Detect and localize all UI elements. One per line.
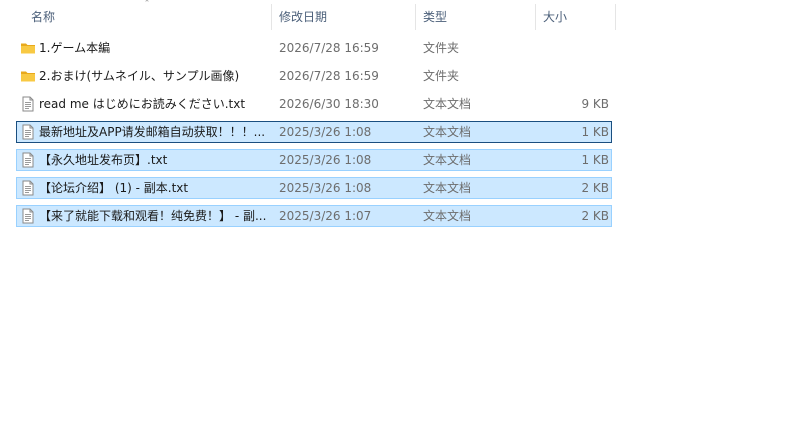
file-modified-date: 2026/7/28 16:59 [279, 69, 379, 83]
text-file-icon [20, 96, 36, 112]
file-size: 1 KB [581, 153, 609, 167]
file-name: 1.ゲーム本編 [39, 41, 111, 55]
file-name: 【来了就能下载和观看！纯免费！】 - 副... [39, 209, 267, 223]
file-type: 文件夹 [423, 69, 460, 83]
column-header-date[interactable]: 修改日期 [272, 0, 416, 34]
file-name: 【论坛介绍】 (1) - 副本.txt [39, 181, 189, 195]
file-modified-date: 2026/7/28 16:59 [279, 41, 379, 55]
text-file-icon [20, 124, 36, 140]
sort-ascending-icon: ˄ [144, 0, 150, 10]
file-row[interactable]: 最新地址及APP请发邮箱自动获取！！！... 2025/3/26 1:08 文本文档… [16, 121, 612, 143]
text-file-icon [20, 180, 36, 196]
file-row[interactable]: 2.おまけ(サムネイル、サンプル画像) 2026/7/28 16:59 文件夹 [16, 65, 612, 87]
file-modified-date: 2025/3/26 1:08 [279, 125, 372, 139]
file-modified-date: 2025/3/26 1:08 [279, 153, 372, 167]
file-modified-date: 2025/3/26 1:08 [279, 181, 372, 195]
file-row[interactable]: 【来了就能下载和观看！纯免费！】 - 副... 2025/3/26 1:07 文本文… [16, 205, 612, 227]
column-header-bar: 名称 ˄ 修改日期 类型 大小 [0, 0, 800, 35]
folder-icon [20, 40, 36, 56]
file-size: 1 KB [581, 125, 609, 139]
file-modified-date: 2026/6/30 18:30 [279, 97, 379, 111]
folder-icon [20, 68, 36, 84]
file-name: 2.おまけ(サムネイル、サンプル画像) [39, 69, 240, 83]
text-file-icon [20, 208, 36, 224]
file-size [537, 66, 609, 86]
file-size [537, 38, 609, 58]
text-file-icon [20, 152, 36, 168]
file-size: 9 KB [581, 97, 609, 111]
column-header-type-label: 类型 [423, 10, 448, 24]
file-row[interactable]: 1.ゲーム本編 2026/7/28 16:59 文件夹 [16, 37, 612, 59]
file-modified-date: 2025/3/26 1:07 [279, 209, 372, 223]
column-header-size-label: 大小 [543, 10, 568, 24]
file-size: 2 KB [581, 181, 609, 195]
column-header-date-label: 修改日期 [279, 10, 328, 24]
file-name: 【永久地址发布页】.txt [39, 153, 168, 167]
column-header-type[interactable]: 类型 [416, 0, 536, 34]
file-name: read me はじめにお読みください.txt [39, 97, 246, 111]
file-row[interactable]: read me はじめにお読みください.txt 2026/6/30 18:30 文本… [16, 93, 612, 115]
file-name: 最新地址及APP请发邮箱自动获取！！！... [39, 125, 266, 139]
file-type: 文本文档 [423, 153, 472, 167]
file-type: 文本文档 [423, 97, 472, 111]
file-explorer-list: 名称 ˄ 修改日期 类型 大小 1.ゲーム本編 2026/7/28 16:59 文件… [0, 0, 800, 446]
file-type: 文件夹 [423, 41, 460, 55]
column-header-name-label: 名称 [31, 10, 56, 24]
file-type: 文本文档 [423, 181, 472, 195]
file-type: 文本文档 [423, 209, 472, 223]
file-type: 文本文档 [423, 125, 472, 139]
file-row[interactable]: 【永久地址发布页】.txt 2025/3/26 1:08 文本文档 1 KB [16, 149, 612, 171]
file-row[interactable]: 【论坛介绍】 (1) - 副本.txt 2025/3/26 1:08 文本文档 2 K… [16, 177, 612, 199]
column-header-size[interactable]: 大小 [536, 0, 616, 34]
file-size: 2 KB [581, 209, 609, 223]
